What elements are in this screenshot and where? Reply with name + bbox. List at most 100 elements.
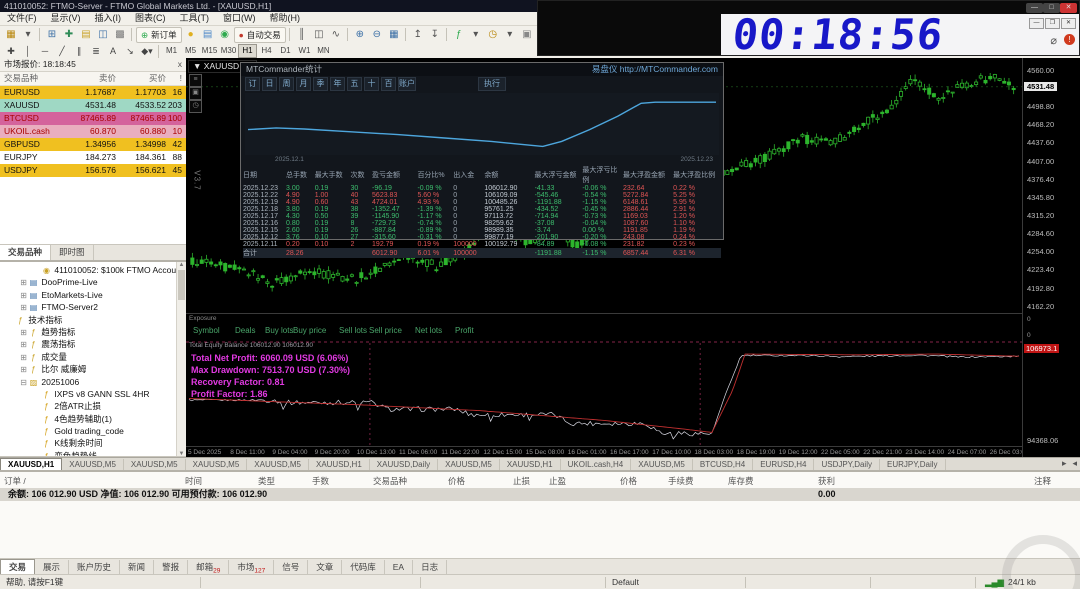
tree-expand-icon[interactable]: ⊞: [19, 277, 28, 288]
market-watch-row-gbpusd[interactable]: GBPUSD1.349561.3499842: [0, 138, 186, 151]
tree-expand-icon[interactable]: ⊞: [19, 352, 28, 363]
channel-icon[interactable]: ∥: [71, 44, 87, 58]
commander-button-6[interactable]: 五: [347, 77, 362, 91]
terminal-tab-1[interactable]: 展示: [35, 560, 69, 575]
terminal-tab-8[interactable]: 文章: [308, 560, 342, 575]
commander-row[interactable]: 2025.12.152.600.1926-887.84-0.89 %098989…: [243, 227, 721, 234]
fibonacci-icon[interactable]: ≣: [88, 44, 104, 58]
navigator-scrollbar[interactable]: ▲▼: [176, 262, 186, 457]
zoom-in-icon[interactable]: ⊕: [352, 27, 368, 43]
terminal-col-6[interactable]: 止损: [513, 475, 530, 487]
status-profile[interactable]: Default: [612, 575, 639, 589]
market-watch-tab-0[interactable]: 交易品种: [0, 245, 51, 260]
commander-button-2[interactable]: 周: [279, 77, 294, 91]
tab-scroll-left-icon[interactable]: ◂: [1069, 458, 1080, 469]
terminal-tab-0[interactable]: 交易: [0, 559, 35, 575]
navigator-item-11[interactable]: ƒ 2倍ATR止损: [0, 400, 176, 412]
trendline-icon[interactable]: ╱: [54, 44, 70, 58]
commander-button-1[interactable]: 日: [262, 77, 277, 91]
commander-execute-button[interactable]: 执行: [478, 77, 506, 91]
navigator-item-2[interactable]: ⊞▤ EtoMarkets-Live: [0, 289, 176, 301]
periods-icon[interactable]: ◷: [485, 27, 501, 43]
tester-toggle-icon[interactable]: ▩: [112, 27, 128, 43]
commander-row[interactable]: 2025.12.224.901.00405623.835.60 %0106109…: [243, 192, 721, 199]
terminal-col-1[interactable]: 时间: [185, 475, 202, 487]
timeframe-m5-button[interactable]: M5: [181, 44, 200, 58]
news-icon[interactable]: ◉: [217, 27, 233, 43]
autotrade-button[interactable]: ●自动交易: [234, 27, 286, 43]
data-window-toggle-icon[interactable]: ✚: [61, 27, 77, 43]
market-watch-close-icon[interactable]: x: [178, 58, 182, 71]
bar-chart-icon[interactable]: ║: [294, 27, 310, 43]
navigator-item-14[interactable]: ƒ K线剩余时间: [0, 437, 176, 449]
mdi-window-controls[interactable]: —❐✕: [1028, 16, 1076, 29]
tile-windows-icon[interactable]: ▦: [386, 27, 402, 43]
menu-item-4[interactable]: 工具(T): [173, 12, 217, 25]
chart-widget-button-1[interactable]: ≡: [189, 74, 202, 87]
commander-row[interactable]: 2025.12.183.800.1938-1352.47-1.39 %09576…: [243, 206, 721, 213]
market-watch-tab-1[interactable]: 即时图: [51, 245, 94, 260]
terminal-tab-3[interactable]: 新闻: [120, 560, 154, 575]
terminal-col-3[interactable]: 手数: [312, 475, 329, 487]
commander-row[interactable]: 2025.12.233.000.1930-96.19-0.09 %0106012…: [243, 185, 721, 192]
market-watch-row-usdjpy[interactable]: USDJPY156.576156.62145: [0, 164, 186, 177]
timeframe-w1-button[interactable]: W1: [295, 44, 314, 58]
timeframe-m30-button[interactable]: M30: [219, 44, 238, 58]
tree-expand-icon[interactable]: ⊞: [19, 364, 28, 375]
commander-total-row[interactable]: 合计28.266012.906.01 %100000-1191.88-1.15 …: [243, 248, 721, 258]
terminal-col-12[interactable]: 注释: [1034, 475, 1051, 487]
commander-button-9[interactable]: 账户: [398, 77, 416, 91]
zoom-out-icon[interactable]: ⊖: [369, 27, 385, 43]
terminal-tab-5[interactable]: 邮箱29: [188, 560, 229, 575]
market-watch-row-eurusd[interactable]: EURUSD1.176871.1770316: [0, 86, 186, 99]
tree-expand-icon[interactable]: ⊞: [19, 339, 28, 350]
terminal-tab-11[interactable]: 日志: [413, 560, 447, 575]
chart-widget-button-2[interactable]: ▣: [189, 87, 202, 100]
commander-button-8[interactable]: 百: [381, 77, 396, 91]
timeframe-h4-button[interactable]: H4: [257, 44, 276, 58]
menu-item-1[interactable]: 显示(V): [44, 12, 88, 25]
market-watch-row-btcusd[interactable]: BTCUSD87465.8987465.89100: [0, 112, 186, 125]
new-order-button[interactable]: ⊕新订单: [136, 27, 182, 43]
tree-expand-icon[interactable]: ⊞: [19, 327, 28, 338]
market-watch-toggle-icon[interactable]: ⊞: [44, 27, 60, 43]
search-icon[interactable]: ⌀: [1050, 34, 1057, 47]
indicators-arrow-icon[interactable]: ▾: [468, 27, 484, 43]
navigator-item-6[interactable]: ⊞ƒ 震荡指标: [0, 338, 176, 350]
market-watch-row-eurjpy[interactable]: EURJPY184.273184.36188: [0, 151, 186, 164]
commander-button-5[interactable]: 年: [330, 77, 345, 91]
commander-button-3[interactable]: 月: [296, 77, 311, 91]
vertical-line-icon[interactable]: │: [20, 44, 36, 58]
terminal-col-0[interactable]: 订单 /: [4, 475, 26, 487]
clock-maximize-button[interactable]: □: [1043, 3, 1060, 13]
clock-minimize-button[interactable]: —: [1026, 3, 1043, 13]
candle-chart-icon[interactable]: ◫: [311, 27, 327, 43]
commander-row[interactable]: 2025.12.174.300.5039-1145.90-1.17 %09711…: [243, 213, 721, 220]
periods-arrow-icon[interactable]: ▾: [502, 27, 518, 43]
navigator-item-0[interactable]: ◉ 411010052: $100k FTMO Account: [0, 264, 176, 276]
navigator-item-1[interactable]: ⊞▤ DooPrime-Live: [0, 276, 176, 288]
menu-item-0[interactable]: 文件(F): [0, 12, 44, 25]
terminal-col-9[interactable]: 手续费: [668, 475, 694, 487]
chart-widget-button-3[interactable]: ◷: [189, 100, 202, 113]
terminal-tab-7[interactable]: 信号: [274, 560, 308, 575]
commander-button-4[interactable]: 季: [313, 77, 328, 91]
commander-button-0[interactable]: 订: [245, 77, 260, 91]
terminal-tab-9[interactable]: 代码库: [342, 560, 385, 575]
navigator-toggle-icon[interactable]: ▤: [78, 27, 94, 43]
tree-expand-icon[interactable]: ⊟: [19, 377, 28, 388]
tab-scroll-right-icon[interactable]: ▸: [1059, 458, 1070, 469]
terminal-tab-4[interactable]: 警报: [154, 560, 188, 575]
indicators-icon[interactable]: ƒ: [451, 27, 467, 43]
commander-button-7[interactable]: 十: [364, 77, 379, 91]
navigator-item-3[interactable]: ⊞▤ FTMO-Server2: [0, 301, 176, 313]
notification-badge-icon[interactable]: !: [1064, 34, 1075, 45]
mql-market-icon[interactable]: ●: [183, 27, 199, 43]
terminal-tab-10[interactable]: EA: [385, 560, 413, 575]
horizontal-line-icon[interactable]: ─: [37, 44, 53, 58]
shapes-icon[interactable]: ◆▾: [139, 44, 155, 58]
tree-expand-icon[interactable]: ⊞: [19, 290, 28, 301]
terminal-col-7[interactable]: 止盈: [549, 475, 566, 487]
navigator-item-12[interactable]: ƒ 4色趋势辅助(1): [0, 413, 176, 425]
line-chart-icon[interactable]: ∿: [328, 27, 344, 43]
